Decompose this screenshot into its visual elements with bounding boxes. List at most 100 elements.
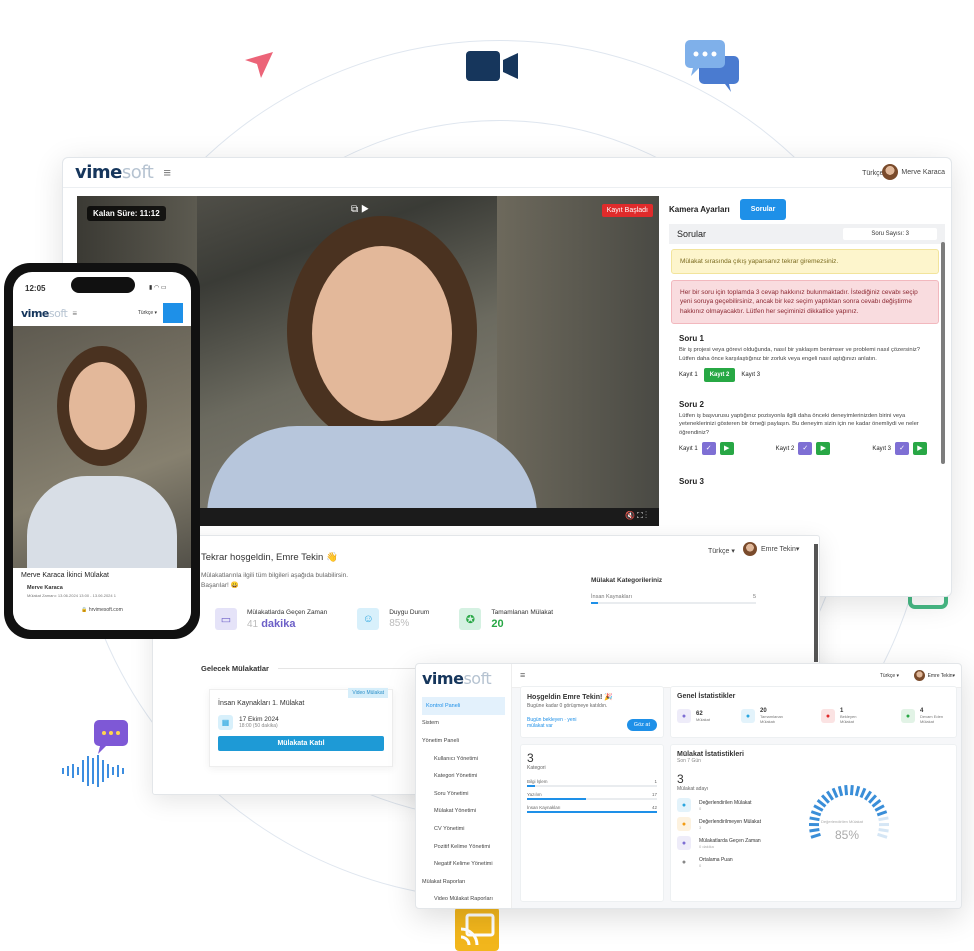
stat-icon: ●: [681, 858, 687, 866]
welcome-card: Hoşgeldin Emre Tekin! 🎉 Bugüne kadar 0 g…: [520, 686, 664, 738]
language-select[interactable]: Türkçe ▾: [880, 673, 899, 679]
calendar-icon: ▦: [218, 715, 233, 730]
cast-icon: [455, 907, 499, 951]
gauge-chart: [808, 785, 890, 839]
category-row: Yazılım 17: [527, 792, 657, 800]
stat-emotion: ☺ Duygu Durum 85%: [357, 608, 429, 630]
tab-questions[interactable]: Sorular: [739, 198, 787, 220]
gauge-tick: [859, 787, 867, 799]
record-1[interactable]: Kayıt 1: [679, 372, 698, 378]
camera-switch-icon[interactable]: ⧉ ▶: [351, 204, 369, 215]
gauge-tick: [864, 790, 872, 801]
record-2-actions[interactable]: Kayıt 2 ✓ ▶: [776, 442, 831, 456]
menu-button[interactable]: [163, 303, 183, 323]
video-controls[interactable]: 🔇 ⛶ ⋮: [625, 511, 647, 521]
general-stat: ● 20 Tamamlanan Mülakatı: [741, 708, 790, 724]
gauge-label: Değerlendirilen Mülakat: [821, 819, 864, 824]
play-icon[interactable]: ▶: [719, 442, 734, 456]
check-icon[interactable]: ✓: [895, 442, 909, 456]
gauge-tick: [809, 828, 820, 833]
sidebar-item[interactable]: Soru Yönetimi: [422, 785, 505, 803]
top-bar: vimesoft ≡ Türkçe ▾ Merve Karaca: [63, 158, 951, 188]
greeting: Tekrar hoşgeldin, Emre Tekin 👋: [201, 552, 338, 563]
language-select[interactable]: Türkçe ▾: [138, 310, 157, 316]
sidebar-item[interactable]: CV Yönetimi: [422, 820, 505, 838]
menu-icon[interactable]: ≡: [163, 165, 171, 180]
record-1-actions[interactable]: Kayıt 1 ✓ ▶: [679, 442, 734, 456]
phone-time: 12:05: [25, 284, 46, 293]
gauge-tick: [831, 787, 839, 799]
sidebar-item[interactable]: Sistem: [422, 715, 505, 733]
gauge-tick: [868, 794, 878, 804]
stat-icon: ●: [677, 798, 691, 812]
check-icon[interactable]: ✓: [798, 442, 813, 456]
user-menu[interactable]: Emre Tekin ▾: [913, 670, 955, 681]
category-card: 3 Kategori Bilgi İşlem 1 Yazılım 17 İnsan Ka…: [520, 744, 664, 902]
gauge-tick: [826, 790, 834, 801]
sidebar-item[interactable]: Negatif Kelime Yönetimi: [422, 855, 505, 873]
sidebar-item[interactable]: Video Mülakat Raporları: [422, 891, 505, 908]
smile-icon: ☺: [357, 608, 380, 630]
category-row: İnsan Kaynakları 42: [527, 805, 657, 813]
phone-mockup: 12:05 ▮ ◠ ▭ vimesoft ≡ Türkçe ▾ Merve Ka…: [4, 263, 200, 639]
menu-icon[interactable]: ≡: [72, 309, 77, 318]
questions-panel: Kamera Ayarları Sorular Sorular Soru Say…: [669, 198, 945, 510]
category-row: Bilgi İşlem 1: [527, 779, 657, 787]
avatar: [882, 164, 899, 180]
gauge-tick: [816, 799, 827, 808]
gauge-tick: [854, 785, 861, 797]
phone-video: [13, 326, 191, 586]
user-menu[interactable]: Merve Karaca: [882, 164, 945, 180]
stat-icon: ●: [677, 709, 691, 723]
record-2-selected[interactable]: Kayıt 2: [703, 368, 736, 383]
gauge-tick: [810, 832, 821, 839]
sidebar: vimesoft Kontrol Paneli Sistem Yönetim Pan…: [416, 664, 512, 908]
video-interview-badge: Video Mülakat: [348, 688, 388, 698]
interview-card: Video Mülakat İnsan Kaynakları 1. Mülaka…: [209, 688, 393, 767]
sidebar-item[interactable]: Mülakat Yönetimi: [422, 803, 505, 821]
gauge-value: 85%: [835, 828, 860, 842]
stat-time: ▭ Mülakatlarda Geçen Zaman 41 dakika: [215, 608, 327, 630]
stat-icon: ●: [741, 709, 755, 723]
join-interview-button[interactable]: Mülakata Katıl: [218, 736, 384, 751]
sidebar-item[interactable]: Yönetim Paneli: [422, 732, 505, 750]
logo: vimesoft: [75, 162, 154, 183]
timer-badge: Kalan Süre: 11:12: [87, 206, 166, 221]
play-icon[interactable]: ▶: [816, 442, 831, 456]
gauge-tick: [844, 785, 849, 796]
record-3[interactable]: Kayıt 3: [741, 372, 760, 378]
check-icon[interactable]: ✓: [701, 442, 716, 456]
tab-camera-settings[interactable]: Kamera Ayarları: [669, 205, 730, 214]
award-icon: ✪: [459, 608, 482, 630]
phone-interview-card: Merve Karaca İkinci Mülakat Merve Karaca…: [13, 568, 191, 630]
sidebar-item[interactable]: Kontrol Paneli: [422, 697, 505, 715]
general-stat: ● 1 Bekleyen Mülakat: [820, 708, 870, 724]
sidebar-item[interactable]: Kategori Yönetimi: [422, 767, 505, 785]
sidebar-item[interactable]: Pozitif Kelime Yönetimi: [422, 838, 505, 856]
stat-completed: ✪ Tamamlanan Mülakat 20: [459, 608, 553, 630]
video-camera-icon: [466, 51, 518, 81]
scrollbar[interactable]: [814, 544, 818, 662]
interview-stats-card: Mülakat İstatistikleri Son 7 Gün 3 Mülak…: [670, 744, 957, 902]
gauge-tick: [871, 799, 882, 808]
menu-icon[interactable]: ≡: [520, 670, 525, 680]
general-stat: ● 62 Mülakat: [677, 708, 710, 724]
stat-icon: ●: [677, 817, 691, 831]
laptop-icon: ▭: [215, 608, 237, 630]
scrollbar[interactable]: [941, 242, 945, 464]
record-3-actions[interactable]: Kayıt 3 ✓ ▶: [872, 442, 927, 456]
play-icon[interactable]: ▶: [913, 442, 927, 456]
gauge-tick: [810, 810, 822, 817]
sidebar-item[interactable]: Kullanıcı Yönetimi: [422, 750, 505, 768]
question-list: Soru 1 Bir iş projesi veya görevi olduğu…: [669, 334, 945, 486]
gauge-tick: [813, 804, 824, 812]
sidebar-item[interactable]: Mülakat Raporları: [422, 873, 505, 891]
upcoming-title: Gelecek Mülakatlar: [201, 664, 269, 673]
general-stats-card: Genel İstatistikler ● 62 Mülakat ● 20 Tamamla…: [670, 686, 957, 738]
voice-assistant-icon: [62, 720, 128, 787]
phone-url[interactable]: 🔒 hrvimesoft.com: [21, 607, 183, 613]
exit-warning: Mülakat sırasında çıkış yaparsanız tekra…: [671, 249, 939, 274]
admin-dashboard: vimesoft Kontrol Paneli Sistem Yönetim Pan…: [415, 663, 962, 909]
gauge-tick: [820, 794, 830, 804]
browse-button[interactable]: Göz at: [626, 719, 657, 731]
